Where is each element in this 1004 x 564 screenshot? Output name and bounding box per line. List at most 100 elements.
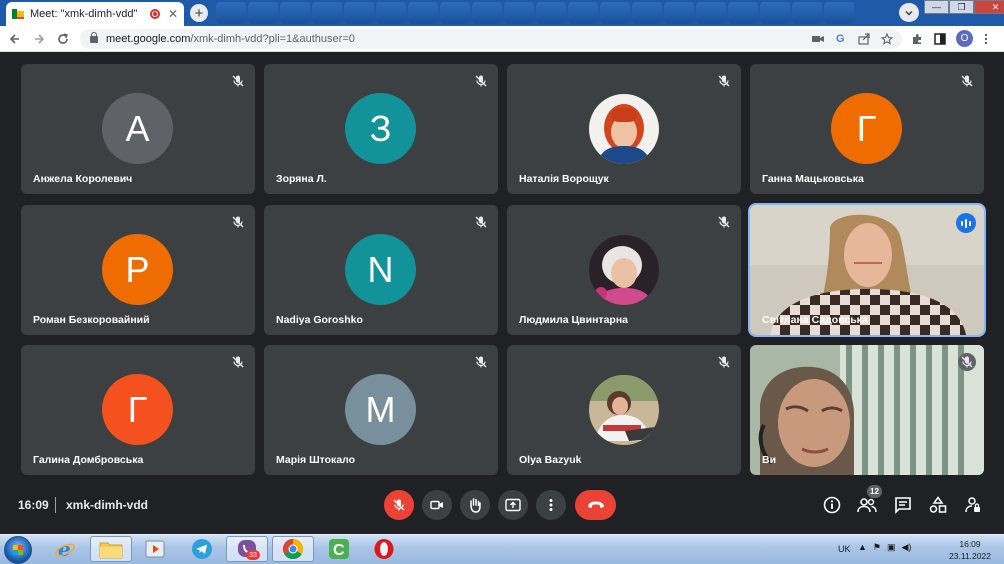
lock-icon xyxy=(90,31,98,43)
google-translate-icon[interactable]: G xyxy=(836,31,845,47)
participant-name: Світлана Садовська xyxy=(762,314,868,326)
toggle-microphone-button[interactable] xyxy=(384,490,414,520)
people-button[interactable] xyxy=(857,495,877,515)
menu-icon[interactable] xyxy=(984,31,988,47)
participant-avatar: Г xyxy=(102,374,173,445)
taskbar-internet-explorer[interactable]: e xyxy=(44,536,86,562)
participant-tile-self[interactable]: Ви xyxy=(750,345,984,475)
tab-strip: Meet: "xmk-dimh-vdd" ✕ + — ❐ ✕ xyxy=(0,0,1004,26)
participant-photo xyxy=(589,94,659,164)
meeting-code: xmk-dimh-vdd xyxy=(66,498,149,512)
present-screen-button[interactable] xyxy=(498,490,528,520)
activities-button[interactable] xyxy=(928,495,948,515)
participant-name: Ганна Мацьковська xyxy=(762,173,864,185)
network-icon[interactable]: ▣ xyxy=(887,542,896,553)
new-tab-button[interactable]: + xyxy=(190,4,208,22)
url-host: meet.google.com xyxy=(106,33,191,45)
taskbar-telegram[interactable] xyxy=(181,536,223,562)
leave-call-button[interactable] xyxy=(575,490,616,520)
tab-title: Meet: "xmk-dimh-vdd" xyxy=(30,8,138,20)
side-panel-icon[interactable] xyxy=(934,31,946,47)
participant-tile-active-speaker[interactable]: Світлана Садовська xyxy=(748,203,986,337)
present-screen-icon xyxy=(505,498,521,512)
camtasia-icon: C xyxy=(329,539,349,559)
url-path: /xmk-dimh-vdd?pli=1&authuser=0 xyxy=(190,33,355,45)
recording-indicator-icon xyxy=(149,9,160,19)
toggle-camera-button[interactable] xyxy=(422,490,452,520)
people-icon xyxy=(857,498,877,513)
participant-photo xyxy=(589,375,659,445)
participant-avatar: М xyxy=(345,374,416,445)
show-hidden-icons-icon[interactable]: ▲ xyxy=(858,542,867,553)
chat-button[interactable] xyxy=(893,495,913,515)
participant-tile[interactable]: З Зоряна Л. xyxy=(264,64,498,194)
toolbar: meet.google.com/xmk-dimh-vdd?pli=1&authu… xyxy=(0,26,1004,52)
taskbar-chrome[interactable] xyxy=(272,536,314,562)
close-window-button[interactable]: ✕ xyxy=(974,0,1004,14)
participant-tile[interactable]: Р Роман Безкоровайний xyxy=(21,205,255,335)
reload-button[interactable] xyxy=(54,30,72,48)
participant-tile[interactable]: Людмила Цвинтарна xyxy=(507,205,741,335)
tab-meet[interactable]: Meet: "xmk-dimh-vdd" ✕ xyxy=(6,2,184,26)
more-options-button[interactable] xyxy=(536,490,566,520)
mic-off-icon xyxy=(232,216,244,228)
minimize-button[interactable]: — xyxy=(924,0,949,14)
flag-icon[interactable]: ⚑ xyxy=(873,542,881,553)
taskbar-camtasia[interactable]: C xyxy=(318,536,360,562)
arrow-left-icon xyxy=(9,34,19,44)
participant-tile[interactable]: А Анжела Королевич xyxy=(21,64,255,194)
meet-logo-icon xyxy=(12,9,24,19)
host-controls-button[interactable] xyxy=(963,495,983,515)
profile-avatar[interactable]: O xyxy=(956,30,973,47)
window-controls: — ❐ ✕ xyxy=(924,0,1004,14)
divider xyxy=(55,497,56,513)
extensions-icon[interactable] xyxy=(911,31,923,47)
camera-icon xyxy=(430,500,443,510)
back-button[interactable] xyxy=(6,30,24,48)
internet-explorer-icon: e xyxy=(55,538,75,560)
participant-tile[interactable]: Г Ганна Мацьковська xyxy=(750,64,984,194)
mic-off-icon xyxy=(232,75,244,87)
more-vert-icon xyxy=(549,499,553,511)
participant-name: Ви xyxy=(762,454,777,466)
telegram-icon xyxy=(192,539,212,559)
participant-name: Nadiya Goroshko xyxy=(276,314,363,326)
participant-name: Наталія Ворощук xyxy=(519,173,609,185)
participant-photo xyxy=(589,235,659,305)
taskbar-opera[interactable] xyxy=(363,536,405,562)
forward-button[interactable] xyxy=(30,30,48,48)
mic-off-icon xyxy=(718,356,730,368)
participant-tile[interactable]: Olya Bazyuk xyxy=(507,345,741,475)
self-video xyxy=(750,345,984,475)
participant-tile[interactable]: N Nadiya Goroshko xyxy=(264,205,498,335)
chrome-icon xyxy=(282,538,304,560)
tab-close-icon[interactable]: ✕ xyxy=(168,7,178,21)
meeting-details-button[interactable] xyxy=(822,495,842,515)
participant-tile[interactable]: М Марія Штокало xyxy=(264,345,498,475)
svg-text:C: C xyxy=(333,542,345,559)
taskbar-media-player[interactable] xyxy=(134,536,176,562)
participant-tile[interactable]: Г Галина Домбровська xyxy=(21,345,255,475)
tab-search-button[interactable] xyxy=(899,3,919,22)
chat-icon xyxy=(895,497,911,514)
volume-icon[interactable]: ◀) xyxy=(902,542,912,553)
meeting-time: 16:09 xyxy=(18,498,49,512)
participant-tile[interactable]: Наталія Ворощук xyxy=(507,64,741,194)
participant-name: Галина Домбровська xyxy=(33,454,144,466)
chevron-down-icon xyxy=(905,10,913,16)
language-indicator[interactable]: UK xyxy=(838,544,851,554)
taskbar-clock[interactable]: 16:09 23.11.2022 xyxy=(945,538,995,562)
participant-name: Роман Безкоровайний xyxy=(33,314,150,326)
start-button[interactable] xyxy=(4,536,32,564)
maximize-button[interactable]: ❐ xyxy=(949,0,974,14)
background-windows xyxy=(216,2,854,24)
mic-off-icon xyxy=(961,75,973,87)
raise-hand-icon xyxy=(470,498,481,513)
taskbar-file-explorer[interactable] xyxy=(90,536,132,562)
share-icon[interactable] xyxy=(858,31,870,47)
participant-avatar: З xyxy=(345,93,416,164)
bookmark-star-icon[interactable] xyxy=(881,31,893,47)
raise-hand-button[interactable] xyxy=(460,490,490,520)
address-bar[interactable]: meet.google.com/xmk-dimh-vdd?pli=1&authu… xyxy=(80,29,902,49)
camera-in-use-icon[interactable] xyxy=(812,31,824,47)
